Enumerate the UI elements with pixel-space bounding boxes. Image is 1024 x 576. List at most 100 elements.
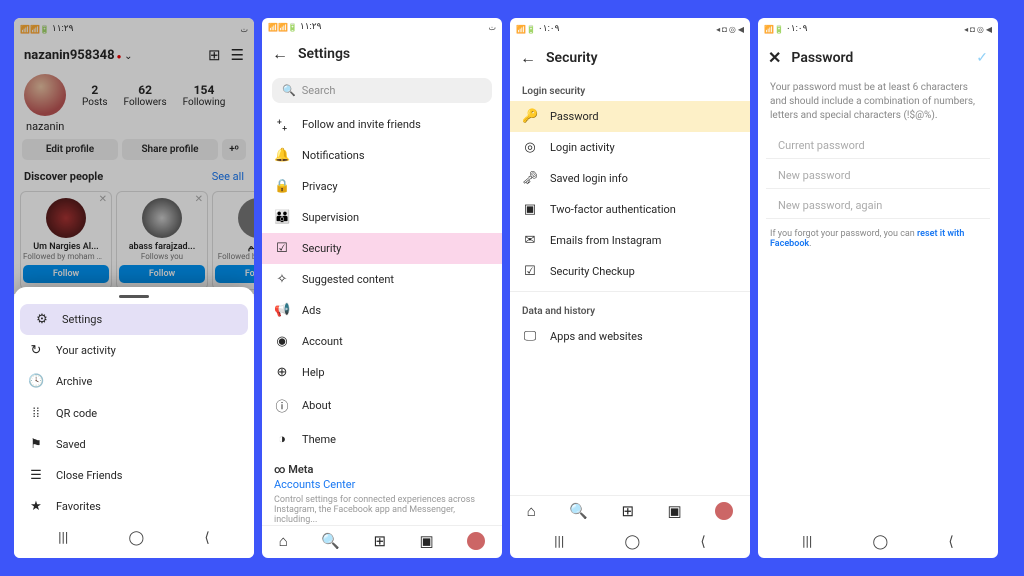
item-label: Help [302,366,325,379]
item-label: About [302,399,331,412]
list-item[interactable]: ⁺₊ Follow and invite friends [262,109,502,140]
see-all-link[interactable]: See all [212,170,244,183]
item-label: Saved login info [550,172,628,185]
create-tab[interactable]: ⊞ [621,502,634,520]
item-icon: 🔒 [274,179,290,194]
android-nav: ||| ◯ ⟨ [262,556,502,558]
item-icon: 🗝 [522,171,538,186]
list-item[interactable]: ✧Suggested content [262,264,502,295]
username[interactable]: nazanin958348 [24,48,115,63]
list-item[interactable]: ☑Security Checkup [510,256,750,287]
confirm-check-icon[interactable]: ✓ [976,50,988,66]
close-icon[interactable]: ✕ [768,48,781,67]
list-item[interactable]: 🔔Notifications [262,140,502,171]
new-password-field[interactable]: New password [766,159,990,189]
current-password-field[interactable]: Current password [766,129,990,159]
back-button[interactable]: ⟨ [204,530,209,546]
suggestion-card[interactable]: ✕ Um Nargies Al... Followed by moham mad… [20,191,112,290]
list-item[interactable]: ◎Login activity [510,132,750,163]
accounts-center-link[interactable]: Accounts Center [274,478,490,491]
profile-tab[interactable] [715,502,733,520]
home-button[interactable]: ◯ [129,530,145,546]
confirm-password-field[interactable]: New password, again [766,189,990,219]
list-item[interactable]: ⁞⁞QR code [14,397,254,429]
recents-button[interactable]: ||| [58,530,68,546]
list-item[interactable]: ⚑Saved [14,429,254,460]
item-icon: 🕓 [28,374,44,389]
status-bar: 📶📶🔋١١:٢٩ ت [262,18,502,36]
home-button[interactable]: ◯ [873,534,889,550]
item-icon: ✧ [274,272,290,287]
home-tab[interactable]: ⌂ [279,532,288,550]
close-icon[interactable]: ✕ [195,194,203,205]
item-label: Notifications [302,149,365,162]
discover-people-button[interactable]: +ᵒ [222,139,246,160]
back-button[interactable]: ⟨ [700,534,705,550]
avatar[interactable] [24,74,66,116]
item-label: Follow and invite friends [302,118,421,131]
recents-button[interactable]: ||| [554,534,564,550]
add-post-icon[interactable]: ⊞ [208,46,221,64]
item-label: Login activity [550,141,615,154]
menu-icon[interactable]: ☰ [231,46,244,64]
list-item[interactable]: 🗝 Saved login info [510,163,750,194]
list-item[interactable]: ⊕Help [262,357,502,388]
item-label: Apps and websites [550,330,643,343]
list-item[interactable]: ✉Emails from Instagram [510,225,750,256]
page-title: Security [546,50,598,66]
list-item[interactable]: ⚙Settings [20,304,248,335]
stat-following[interactable]: 154Following [183,83,226,108]
discover-title: Discover people [24,170,103,183]
sheet-handle[interactable] [119,295,149,298]
list-item[interactable]: ↻Your activity [14,335,254,366]
list-item[interactable]: ◉Account [262,326,502,357]
item-label: Theme [302,433,336,446]
create-tab[interactable]: ⊞ [373,532,386,550]
item-icon: ⁺₊ [274,117,290,132]
stat-followers[interactable]: 62Followers [124,83,167,108]
list-item[interactable]: ◑Theme [262,423,502,455]
item-label: Ads [302,304,321,317]
edit-profile-button[interactable]: Edit profile [22,139,118,160]
list-item[interactable]: 🕓Archive [14,366,254,397]
page-title: Settings [298,46,350,62]
search-input[interactable]: 🔍 Search [272,78,492,103]
search-tab[interactable]: 🔍 [569,502,588,520]
page-title: Password [791,50,853,66]
follow-button[interactable]: Follow [215,265,254,283]
profile-tab[interactable] [467,532,485,550]
share-profile-button[interactable]: Share profile [122,139,218,160]
list-item[interactable]: ▣Two-factor authentication [510,194,750,225]
stat-posts[interactable]: 2Posts [82,83,108,108]
close-icon[interactable]: ✕ [99,194,107,205]
item-label: Your activity [56,344,116,357]
home-button[interactable]: ◯ [625,534,641,550]
list-item[interactable]: ⓘAbout [262,388,502,423]
reels-tab[interactable]: ▣ [668,502,682,520]
screen-password: 📶🔋٠١:٠٩ ◂ ◘ ◎ ◀ ✕ Password ✓ Your passwo… [758,18,998,558]
item-icon: ☑ [522,264,538,279]
back-arrow-icon[interactable]: ← [272,44,288,64]
back-arrow-icon[interactable]: ← [520,48,536,68]
list-item[interactable]: ☑Security [262,233,502,264]
list-item[interactable]: ☰Close Friends [14,460,254,491]
status-bar: 📶🔋٠١:٠٩ ◂ ◘ ◎ ◀ [510,18,750,40]
instagram-tab-bar: ⌂ 🔍 ⊞ ▣ [262,525,502,556]
instagram-tab-bar: ⌂ 🔍 ⊞ ▣ [510,495,750,526]
list-item[interactable]: 🖵Apps and websites [510,321,750,352]
list-item[interactable]: 🔒Privacy [262,171,502,202]
list-item[interactable]: 📢Ads [262,295,502,326]
suggestion-card[interactable]: ✕ abass farajzad... Follows you Follow [116,191,208,290]
status-bar: 📶📶🔋١١:٢٩ ت [14,18,254,40]
home-tab[interactable]: ⌂ [527,502,536,520]
suggestion-card[interactable]: کاظم Followed by iman_ak... Follow [212,191,254,290]
back-button[interactable]: ⟨ [948,534,953,550]
list-item[interactable]: 🔑Password [510,101,750,132]
reels-tab[interactable]: ▣ [420,532,434,550]
follow-button[interactable]: Follow [119,265,205,283]
recents-button[interactable]: ||| [802,534,812,550]
search-tab[interactable]: 🔍 [321,532,340,550]
list-item[interactable]: ★Favorites [14,491,254,522]
list-item[interactable]: 👪Supervision [262,202,502,233]
follow-button[interactable]: Follow [23,265,109,283]
